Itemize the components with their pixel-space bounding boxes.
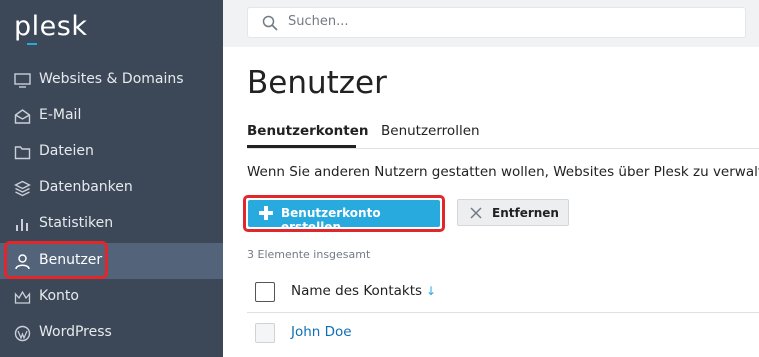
wordpress-icon xyxy=(14,325,31,342)
logo-accent-bar xyxy=(27,43,37,45)
sidebar-item-email[interactable]: E-Mail xyxy=(0,98,223,134)
item-count: 3 Elemente insgesamt xyxy=(247,248,371,261)
sidebar-item-konto[interactable]: Konto xyxy=(0,279,223,315)
column-header-label: Name des Kontakts xyxy=(291,283,423,299)
search-box[interactable] xyxy=(247,7,746,38)
sidebar-highlight-annotation xyxy=(4,241,108,279)
sidebar: plesk Websites & Domains E-Mail Dateien … xyxy=(0,0,223,357)
row-checkbox[interactable] xyxy=(255,323,275,343)
select-all-checkbox[interactable] xyxy=(255,282,275,302)
tab-benutzerkonten[interactable]: Benutzerkonten xyxy=(247,123,369,139)
table-header: Name des Kontakts ↓ xyxy=(247,272,759,312)
page-title: Benutzer xyxy=(247,65,387,101)
sidebar-item-statistiken[interactable]: Statistiken xyxy=(0,206,223,242)
contact-name-link[interactable]: John Doe xyxy=(291,324,352,340)
column-header-name[interactable]: Name des Kontakts ↓ xyxy=(291,283,436,299)
search-input[interactable] xyxy=(288,14,718,29)
button-highlight-annotation xyxy=(243,195,445,232)
sort-arrow-icon: ↓ xyxy=(426,284,437,298)
sidebar-item-label: Konto xyxy=(39,288,79,304)
monitor-icon xyxy=(14,73,31,88)
plesk-logo[interactable]: plesk xyxy=(14,11,87,42)
sidebar-item-label: WordPress xyxy=(39,324,112,340)
remove-button[interactable]: Entfernen xyxy=(457,199,569,226)
sidebar-item-datenbanken[interactable]: Datenbanken xyxy=(0,170,223,206)
sidebar-item-wordpress[interactable]: WordPress xyxy=(0,315,223,351)
sidebar-item-websites-domains[interactable]: Websites & Domains xyxy=(0,62,223,98)
mail-icon xyxy=(14,109,31,124)
page-description: Wenn Sie anderen Nutzern gestatten wolle… xyxy=(247,164,759,180)
top-bar xyxy=(223,0,759,47)
sidebar-item-label: E-Mail xyxy=(39,107,82,123)
remove-button-label: Entfernen xyxy=(492,206,559,220)
folder-icon xyxy=(14,146,31,160)
sidebar-item-dateien[interactable]: Dateien xyxy=(0,134,223,170)
sidebar-item-label: Datenbanken xyxy=(39,179,133,195)
search-icon xyxy=(262,15,278,31)
crown-icon xyxy=(14,290,31,304)
sidebar-item-label: Dateien xyxy=(39,143,94,159)
sidebar-item-label: Statistiken xyxy=(39,215,114,231)
tabs-divider xyxy=(247,148,759,149)
tab-benutzerrollen[interactable]: Benutzerrollen xyxy=(381,123,480,139)
main-content: Benutzer Benutzerkonten Benutzerrollen W… xyxy=(223,47,759,357)
close-icon xyxy=(470,207,482,219)
sidebar-item-label: Websites & Domains xyxy=(39,71,184,87)
database-icon xyxy=(14,180,31,197)
bar-chart-icon xyxy=(16,219,28,231)
table-row: John Doe xyxy=(247,313,759,357)
